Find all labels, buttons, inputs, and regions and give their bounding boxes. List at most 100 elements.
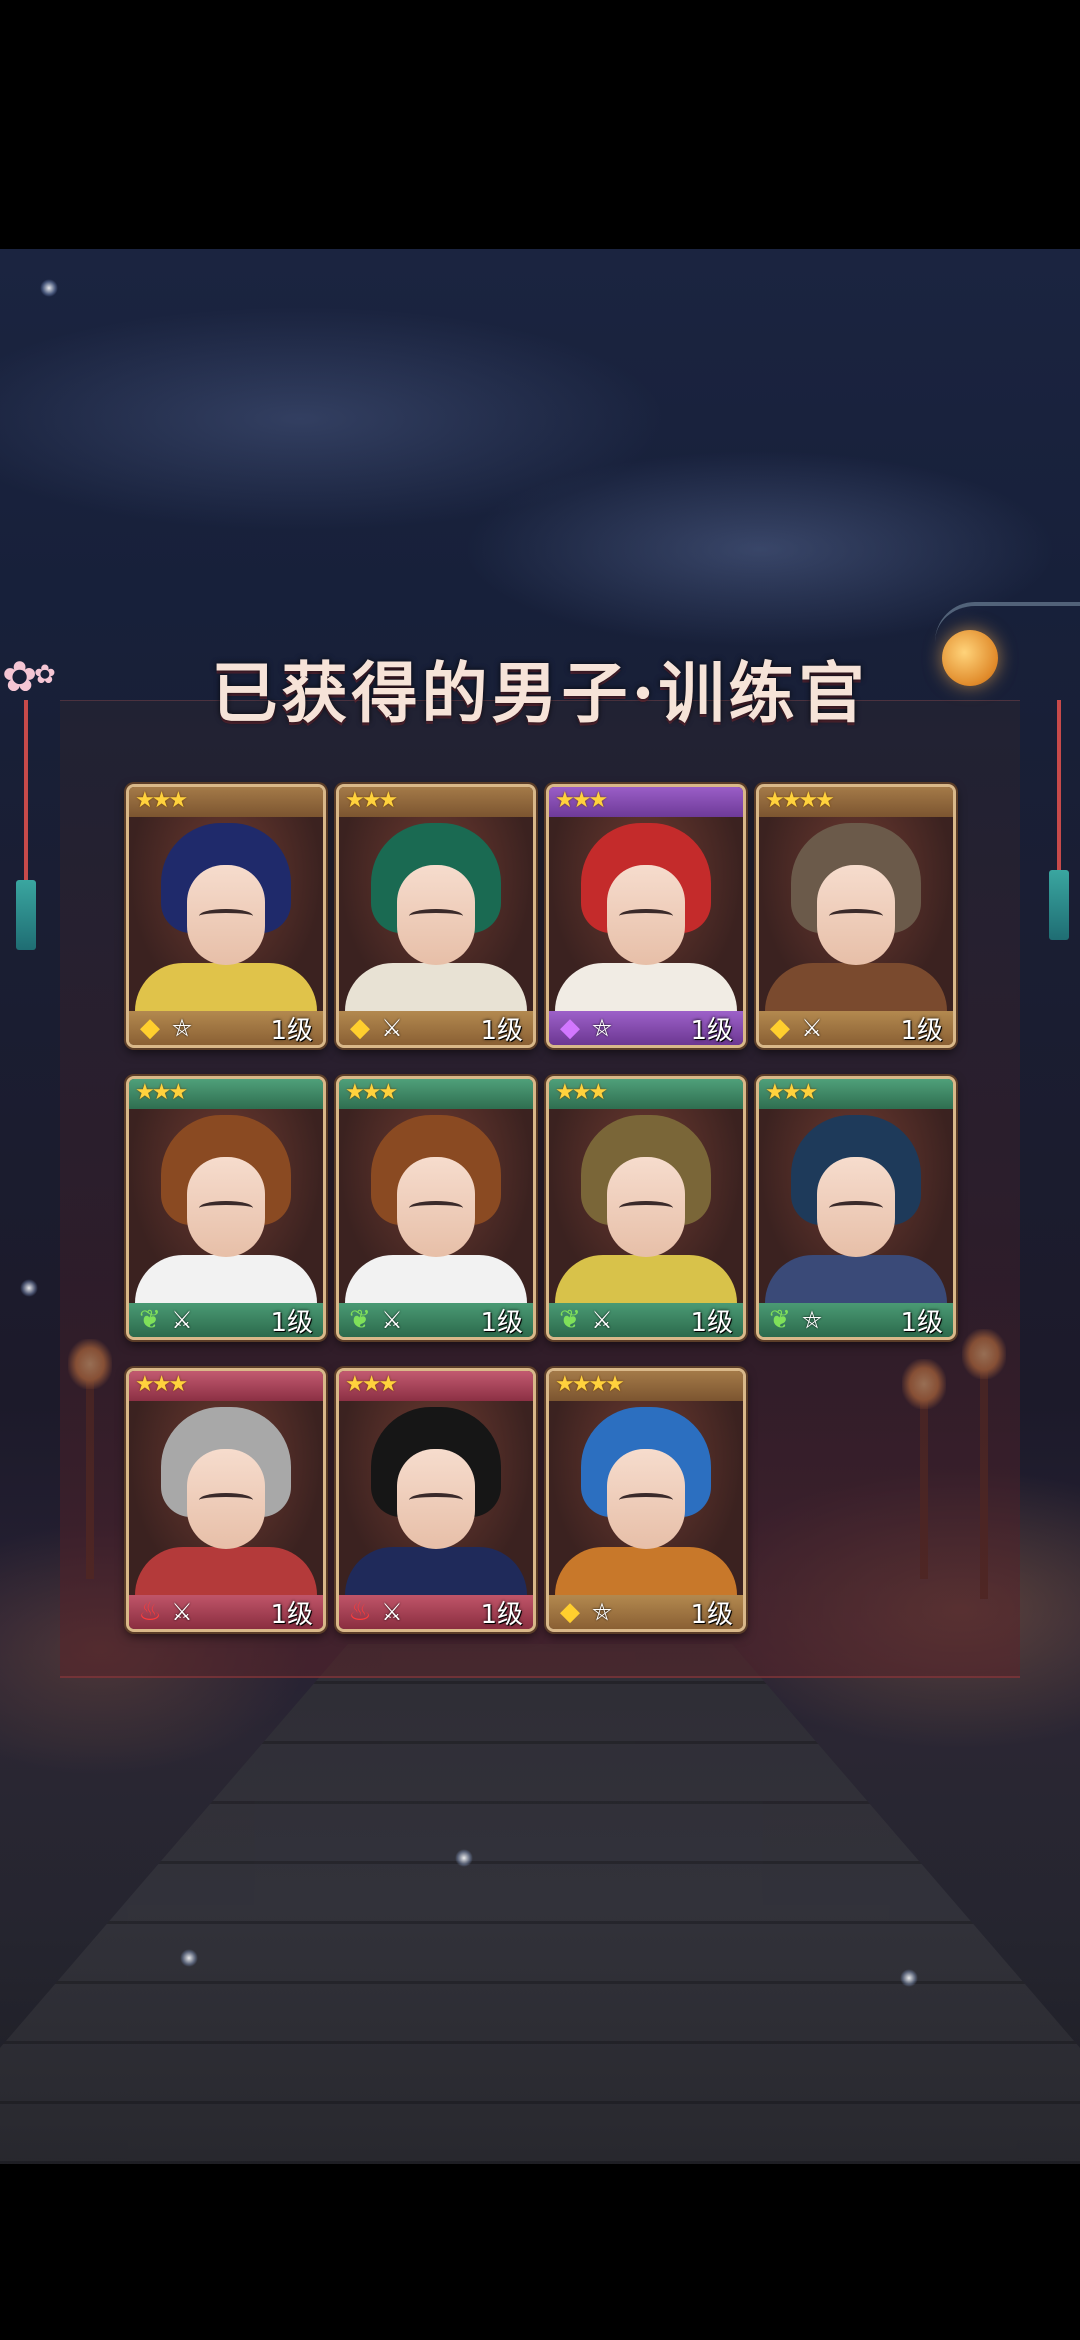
character-card[interactable]: ★★★ ♨ ⚔ 1级 (126, 1368, 326, 1632)
rarity-stars: ★★★ (555, 1080, 608, 1105)
character-card[interactable]: ★★★ ♨ ⚔ 1级 (336, 1368, 536, 1632)
character-portrait (129, 817, 323, 1011)
portrait-clothing (555, 1255, 737, 1303)
gold-gem-icon: ◆ (350, 1013, 370, 1043)
portrait-clothing (765, 963, 947, 1011)
firefly (180, 1949, 198, 1967)
fire-icon: ♨ (138, 1597, 162, 1627)
character-card[interactable]: ★★★ ❦ ⚔ 1级 (336, 1076, 536, 1340)
portrait-eyes (409, 1493, 463, 1507)
firefly (455, 1849, 473, 1867)
card-info-bar: ❦ ⛤ 1级 (759, 1303, 953, 1337)
character-card[interactable]: ★★★★ ◆ ⛤ 1级 (546, 1368, 746, 1632)
pentagram-icon: ⛤ (592, 1598, 612, 1626)
card-info-bar: ❦ ⚔ 1级 (549, 1303, 743, 1337)
character-portrait (549, 1109, 743, 1303)
card-rarity-bar: ★★★ (339, 1371, 533, 1401)
card-rarity-bar: ★★★ (759, 1079, 953, 1109)
level-label: 1级 (270, 1307, 313, 1338)
portrait-clothing (345, 1547, 527, 1595)
level-label: 1级 (480, 1599, 523, 1630)
title-wrap: 已获得的男子·训练官 (0, 640, 1080, 736)
character-portrait (129, 1401, 323, 1595)
rarity-stars: ★★★ (135, 788, 188, 813)
card-rarity-bar: ★★★ (129, 1371, 323, 1401)
rarity-stars: ★★★ (345, 1372, 398, 1397)
page-title: 已获得的男子·训练官 (211, 654, 869, 732)
portrait-eyes (619, 1493, 673, 1507)
portrait-eyes (409, 909, 463, 923)
character-card[interactable]: ★★★★ ◆ ⚔ 1级 (756, 784, 956, 1048)
crossed-swords-icon: ⚔ (381, 1014, 403, 1042)
card-rarity-bar: ★★★★ (759, 787, 953, 817)
character-portrait (339, 1401, 533, 1595)
rarity-stars: ★★★ (345, 1080, 398, 1105)
card-info-bar: ❦ ⚔ 1级 (339, 1303, 533, 1337)
portrait-eyes (199, 1493, 253, 1507)
character-portrait (339, 1109, 533, 1303)
level-label: 1级 (900, 1015, 943, 1046)
card-info-bar: ◆ ⛤ 1级 (549, 1595, 743, 1629)
character-portrait (549, 817, 743, 1011)
card-rarity-bar: ★★★ (549, 787, 743, 817)
gold-gem-icon: ◆ (560, 1597, 580, 1627)
portrait-clothing (345, 1255, 527, 1303)
crossed-swords-icon: ⚔ (171, 1306, 193, 1334)
gold-gem-icon: ◆ (140, 1013, 160, 1043)
character-card[interactable]: ★★★ ◆ ⚔ 1级 (336, 784, 536, 1048)
rarity-stars: ★★★ (135, 1372, 188, 1397)
leaf-icon: ❦ (559, 1305, 581, 1335)
character-portrait (339, 817, 533, 1011)
portrait-clothing (135, 1547, 317, 1595)
leaf-icon: ❦ (769, 1305, 791, 1335)
fire-icon: ♨ (348, 1597, 372, 1627)
card-info-bar: ◆ ⚔ 1级 (759, 1011, 953, 1045)
character-card[interactable]: ★★★ ◆ ⛤ 1级 (546, 784, 746, 1048)
character-portrait (129, 1109, 323, 1303)
firefly (900, 1969, 918, 1987)
rarity-stars: ★★★ (555, 788, 608, 813)
stone-road (0, 1644, 1080, 2164)
character-card[interactable]: ★★★ ❦ ⛤ 1级 (756, 1076, 956, 1340)
character-portrait (759, 1109, 953, 1303)
crossed-swords-icon: ⚔ (381, 1598, 403, 1626)
crossed-swords-icon: ⚔ (171, 1598, 193, 1626)
rarity-stars: ★★★ (345, 788, 398, 813)
portrait-clothing (555, 963, 737, 1011)
level-label: 1级 (480, 1307, 523, 1338)
level-label: 1级 (690, 1307, 733, 1338)
portrait-clothing (135, 1255, 317, 1303)
card-info-bar: ♨ ⚔ 1级 (339, 1595, 533, 1629)
card-info-bar: ◆ ⛤ 1级 (549, 1011, 743, 1045)
character-card[interactable]: ★★★ ❦ ⚔ 1级 (126, 1076, 326, 1340)
card-rarity-bar: ★★★★ (549, 1371, 743, 1401)
level-label: 1级 (900, 1307, 943, 1338)
portrait-eyes (199, 909, 253, 923)
rarity-stars: ★★★★ (555, 1372, 625, 1397)
portrait-eyes (829, 1201, 883, 1215)
leaf-icon: ❦ (349, 1305, 371, 1335)
crossed-swords-icon: ⚔ (591, 1306, 613, 1334)
level-label: 1级 (270, 1015, 313, 1046)
pentagram-icon: ⛤ (802, 1306, 822, 1334)
level-label: 1级 (270, 1599, 313, 1630)
portrait-clothing (555, 1547, 737, 1595)
card-info-bar: ♨ ⚔ 1级 (129, 1595, 323, 1629)
gold-gem-icon: ◆ (770, 1013, 790, 1043)
portrait-eyes (409, 1201, 463, 1215)
portrait-clothing (135, 963, 317, 1011)
portrait-eyes (619, 909, 673, 923)
rarity-stars: ★★★★ (765, 788, 835, 813)
character-card[interactable]: ★★★ ❦ ⚔ 1级 (546, 1076, 746, 1340)
character-card[interactable]: ★★★ ◆ ⛤ 1级 (126, 784, 326, 1048)
card-rarity-bar: ★★★ (549, 1079, 743, 1109)
purple-gem-icon: ◆ (560, 1013, 580, 1043)
crossed-swords-icon: ⚔ (801, 1014, 823, 1042)
portrait-clothing (765, 1255, 947, 1303)
portrait-eyes (619, 1201, 673, 1215)
firefly (40, 279, 58, 297)
level-label: 1级 (690, 1599, 733, 1630)
portrait-eyes (829, 909, 883, 923)
pentagram-icon: ⛤ (172, 1014, 192, 1042)
card-info-bar: ◆ ⛤ 1级 (129, 1011, 323, 1045)
